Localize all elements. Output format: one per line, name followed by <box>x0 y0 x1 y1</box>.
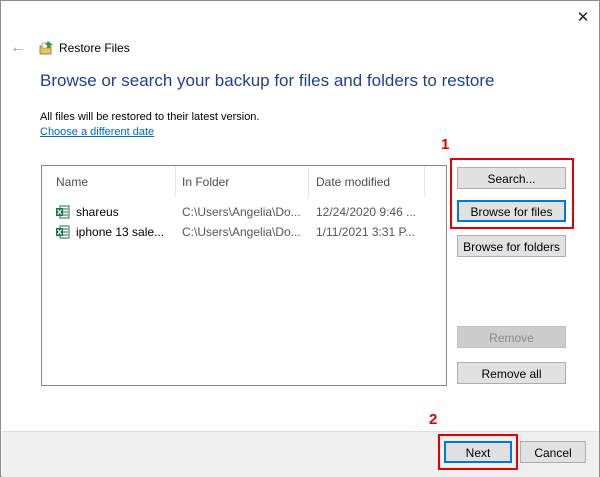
restore-info-text: All files will be restored to their late… <box>40 111 260 123</box>
file-name: shareus <box>76 205 119 219</box>
column-header-date-modified[interactable]: Date modified <box>302 166 424 197</box>
browse-files-button[interactable]: Browse for files <box>457 200 566 222</box>
step-2-label: 2 <box>429 411 438 428</box>
table-row[interactable]: shareus C:\Users\Angelia\Do... 12/24/202… <box>42 202 446 222</box>
remove-button[interactable]: Remove <box>457 326 566 348</box>
choose-date-link[interactable]: Choose a different date <box>40 126 154 138</box>
file-name: iphone 13 sale... <box>76 225 165 239</box>
file-date: 12/24/2020 9:46 ... <box>316 205 417 219</box>
column-header-name[interactable]: Name <box>42 166 175 197</box>
restore-files-window: ✕ ← Restore Files Browse or search your … <box>0 0 600 477</box>
step-1-label: 1 <box>441 136 450 153</box>
excel-file-icon <box>56 225 70 239</box>
search-button[interactable]: Search... <box>457 167 566 189</box>
cancel-button[interactable]: Cancel <box>520 441 586 463</box>
remove-all-button[interactable]: Remove all <box>457 362 566 384</box>
file-folder: C:\Users\Angelia\Do... <box>182 205 301 219</box>
file-date: 1/11/2021 3:31 P... <box>316 225 415 239</box>
back-arrow-icon: ← <box>10 39 26 56</box>
close-icon: ✕ <box>576 9 590 26</box>
window-title: Restore Files <box>59 41 130 55</box>
column-divider[interactable] <box>424 166 425 197</box>
page-heading: Browse or search your backup for files a… <box>40 71 495 90</box>
backup-restore-icon <box>39 41 53 55</box>
table-row[interactable]: iphone 13 sale... C:\Users\Angelia\Do...… <box>42 222 446 242</box>
browse-folders-button[interactable]: Browse for folders <box>457 235 566 257</box>
files-table: Name In Folder Date modified shareus C:\… <box>41 165 447 386</box>
file-folder: C:\Users\Angelia\Do... <box>182 225 301 239</box>
back-button[interactable]: ← <box>9 38 27 58</box>
close-button[interactable]: ✕ <box>572 7 594 29</box>
column-header-in-folder[interactable]: In Folder <box>168 166 302 197</box>
table-header: Name In Folder Date modified <box>42 166 446 197</box>
next-button[interactable]: Next <box>444 441 512 463</box>
excel-file-icon <box>56 205 70 219</box>
